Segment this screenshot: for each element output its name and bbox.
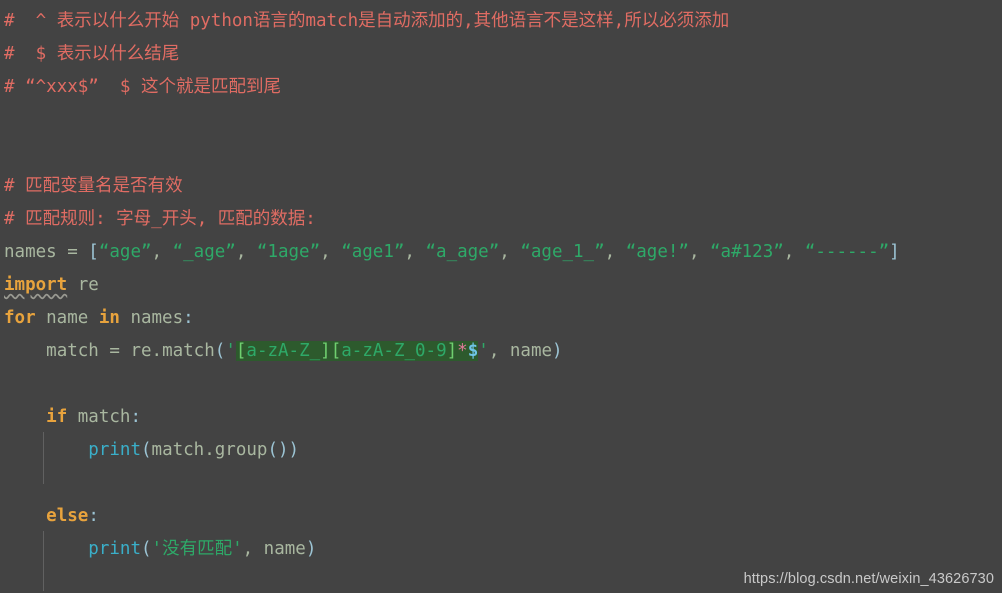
match-arg-name: , name [488, 341, 553, 361]
code-line-11: match = re.match('[a-zA-Z_][a-zA-Z_0-9]*… [4, 335, 1002, 368]
regex-class-2: a-zA-Z_0-9 [341, 341, 447, 361]
open-paren-17: ( [140, 539, 152, 559]
module-re: re [67, 275, 99, 295]
list-item-0: “age” [98, 242, 152, 262]
code-line-17: print('没有匹配', name) [4, 533, 1002, 566]
indent-13 [4, 407, 46, 427]
method-match: match [162, 341, 215, 361]
list-close-bracket: ] [889, 242, 900, 262]
regex-anchor-dollar: $ [467, 341, 479, 361]
colon-else: : [88, 506, 99, 526]
print-arg-name: , name [242, 539, 306, 559]
regex-bracket-2-close: ] [446, 341, 458, 361]
code-line-16: else: [4, 500, 1002, 533]
open-paren-11: ( [214, 341, 226, 361]
list-item-3: “age1” [341, 242, 405, 262]
string-no-match: '没有匹配' [151, 539, 243, 559]
keyword-in: in [98, 308, 120, 328]
comment-text-7: 匹配规则: 字母_开头, 匹配的数据: [14, 209, 316, 229]
dot-operator-11: . [151, 341, 163, 361]
regex-class-1: a-zA-Z_ [246, 341, 321, 361]
variable-match: match [46, 341, 99, 361]
code-line-15-blank [4, 467, 1002, 500]
colon-for: : [183, 308, 194, 328]
regex-quote-close: ' [478, 341, 489, 361]
comment-hash-1: # [4, 11, 15, 31]
keyword-for: for [4, 308, 36, 328]
list-sep-3: , [404, 242, 426, 262]
code-editor[interactable]: # ^ 表示以什么开始 python语言的match是自动添加的,其他语言不是这… [0, 0, 1002, 593]
keyword-if: if [46, 407, 68, 427]
code-line-2: # $ 表示以什么结尾 [4, 38, 1002, 71]
assign-operator-11: = [98, 341, 131, 361]
list-open-bracket: [ [88, 242, 99, 262]
list-sep-0: , [151, 242, 173, 262]
function-print-1: print [88, 440, 141, 460]
list-item-2: “1age” [256, 242, 321, 262]
list-item-7: “a#123” [710, 242, 784, 262]
regex-bracket-2-open: [ [330, 341, 342, 361]
regex-bracket-1-open: [ [235, 341, 247, 361]
indent-16 [4, 506, 46, 526]
comment-text-2: $ 表示以什么结尾 [14, 44, 180, 64]
keyword-import: import [4, 275, 68, 295]
close-paren-14: ) [288, 440, 300, 460]
comment-hash-6: # [4, 176, 15, 196]
code-line-12-blank [4, 368, 1002, 401]
list-sep-1: , [235, 242, 257, 262]
if-condition: match [67, 407, 131, 427]
code-line-1: # ^ 表示以什么开始 python语言的match是自动添加的,其他语言不是这… [4, 5, 1002, 38]
code-line-9: import re [4, 269, 1002, 302]
list-item-6: “age!” [625, 242, 689, 262]
list-item-1: “_age” [172, 242, 236, 262]
method-group: group [214, 440, 268, 460]
colon-if: : [130, 407, 141, 427]
comment-text-3: “^xxx$” $ 这个就是匹配到尾 [14, 77, 281, 97]
close-paren-11: ) [552, 341, 563, 361]
indent-17 [4, 539, 88, 559]
code-line-6: # 匹配变量名是否有效 [4, 170, 1002, 203]
list-item-8: “------” [804, 242, 890, 262]
code-line-8: names = [“age”, “_age”, “1age”, “age1”, … [4, 236, 1002, 269]
indent-11 [4, 341, 46, 361]
code-line-14: print(match.group()) [4, 434, 1002, 467]
comment-hash-2: # [4, 44, 15, 64]
regex-quote-open: ' [225, 341, 236, 361]
keyword-else: else [46, 506, 89, 526]
comment-text-6: 匹配变量名是否有效 [14, 176, 183, 196]
code-line-13: if match: [4, 401, 1002, 434]
group-call-parens: () [267, 440, 289, 460]
comment-hash-3: # [4, 77, 15, 97]
comment-hash-7: # [4, 209, 15, 229]
regex-quantifier-star: * [457, 341, 468, 361]
regex-literal-highlight: [a-zA-Z_][a-zA-Z_0-9]*$ [235, 341, 479, 361]
code-line-10: for name in names: [4, 302, 1002, 335]
module-ref-re: re [130, 341, 152, 361]
list-item-5: “age_1_” [520, 242, 605, 262]
dot-operator-14: . [204, 440, 215, 460]
list-sep-4: , [499, 242, 521, 262]
list-sep-6: , [688, 242, 711, 262]
code-line-3: # “^xxx$” $ 这个就是匹配到尾 [4, 71, 1002, 104]
function-print-2: print [88, 539, 141, 559]
variable-names: names [4, 242, 57, 262]
list-item-4: “a_age” [425, 242, 500, 262]
code-lines: # ^ 表示以什么开始 python语言的match是自动添加的,其他语言不是这… [0, 0, 1002, 566]
code-line-5-blank [4, 137, 1002, 170]
comment-text-1: ^ 表示以什么开始 python语言的match是自动添加的,其他语言不是这样,… [14, 11, 730, 31]
regex-bracket-1-close: ] [320, 341, 331, 361]
code-line-4-blank [4, 104, 1002, 137]
indent-14 [4, 440, 88, 460]
assign-operator-8: = [56, 242, 89, 262]
close-paren-17: ) [305, 539, 317, 559]
open-paren-14: ( [140, 440, 152, 460]
loop-variable: name [35, 308, 99, 328]
list-sep-5: , [604, 242, 626, 262]
list-sep-7: , [783, 242, 805, 262]
loop-iterable: names [119, 308, 184, 328]
arg-match: match [151, 440, 205, 460]
watermark-url: https://blog.csdn.net/weixin_43626730 [743, 571, 994, 587]
list-sep-2: , [320, 242, 342, 262]
code-line-7: # 匹配规则: 字母_开头, 匹配的数据: [4, 203, 1002, 236]
